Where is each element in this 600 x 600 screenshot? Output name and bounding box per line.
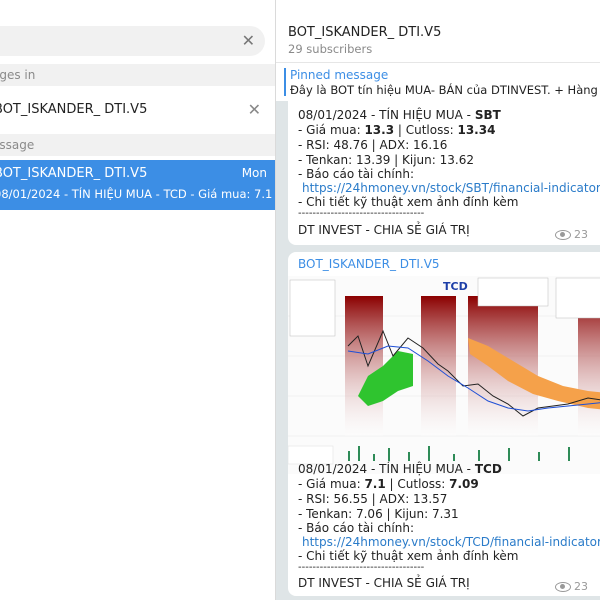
view-count: 23 (555, 228, 588, 241)
stock-chart-svg: TCD (288, 276, 600, 474)
rsi-line: - RSI: 56.55 | ADX: 13.57 (298, 492, 448, 506)
section-header-messages: essage (0, 134, 275, 156)
chat-pane: BOT_ISKANDER_ DTI.V5 29 subscribers Pinn… (276, 0, 600, 600)
result-chat-name: BOT_ISKANDER_ DTI.V5 (0, 166, 148, 181)
message-bubble[interactable]: BOT_ISKANDER_ DTI.V5 TCD 08/01/2024 - TÍ… (288, 252, 600, 596)
subscriber-count: 29 subscribers (288, 42, 373, 56)
filter-chat-name: BOT_ISKANDER_ DTI.V5 (0, 102, 148, 117)
footer-line: DT INVEST - CHIA SẺ GIÁ TRỊ (298, 576, 470, 590)
chart-image[interactable]: TCD (288, 276, 600, 474)
eye-icon (555, 582, 571, 592)
section-header-chats: ages in (0, 64, 275, 86)
report-label: - Báo cáo tài chính: (298, 521, 414, 535)
close-icon[interactable]: ✕ (242, 31, 255, 51)
footer-line: DT INVEST - CHIA SẺ GIÁ TRỊ (298, 223, 470, 237)
result-time: Mon (241, 166, 267, 180)
attach-line: - Chi tiết kỹ thuật xem ảnh đính kèm (298, 195, 519, 209)
pinned-bar (284, 68, 286, 96)
divider-dashes: ----------------------------------- (298, 208, 425, 219)
price-line: - Giá mua: 7.1 | Cutloss: 7.09 (298, 477, 479, 491)
chat-list-pane: ✕ ages in BOT_ISKANDER_ DTI.V5 ✕ essage … (0, 0, 275, 600)
price-line: - Giá mua: 13.3 | Cutloss: 13.34 (298, 123, 496, 137)
tenkan-line: - Tenkan: 13.39 | Kijun: 13.62 (298, 153, 474, 167)
report-link[interactable]: https://24hmoney.vn/stock/TCD/financial-… (302, 535, 600, 549)
close-icon[interactable]: ✕ (248, 100, 261, 119)
pinned-message[interactable]: Pinned message Đây là BOT tín hiệu MUA- … (276, 62, 600, 101)
view-count: 23 (555, 580, 588, 593)
message-bubble[interactable]: 08/01/2024 - TÍN HIỆU MUA - SBT - Giá mu… (288, 100, 600, 245)
signal-line: 08/01/2024 - TÍN HIỆU MUA - SBT (298, 108, 501, 122)
report-label: - Báo cáo tài chính: (298, 167, 414, 181)
chart-ticker: TCD (443, 280, 468, 293)
sender-name[interactable]: BOT_ISKANDER_ DTI.V5 (298, 257, 440, 271)
pinned-text: Đây là BOT tín hiệu MUA- BÁN của DTINVES… (290, 83, 600, 97)
chat-header[interactable]: BOT_ISKANDER_ DTI.V5 29 subscribers (276, 0, 600, 62)
search-input[interactable]: ✕ (0, 26, 265, 56)
report-link[interactable]: https://24hmoney.vn/stock/SBT/financial-… (302, 181, 600, 195)
result-snippet: 08/01/2024 - TÍN HIỆU MUA - TCD - Giá mu… (0, 187, 274, 201)
divider-dashes: ----------------------------------- (298, 562, 425, 573)
attach-line: - Chi tiết kỹ thuật xem ảnh đính kèm (298, 549, 519, 563)
rsi-line: - RSI: 48.76 | ADX: 16.16 (298, 138, 448, 152)
filter-chat-item[interactable]: BOT_ISKANDER_ DTI.V5 ✕ (0, 92, 275, 130)
pinned-label: Pinned message (290, 68, 389, 82)
channel-title: BOT_ISKANDER_ DTI.V5 (288, 25, 442, 40)
search-result-item[interactable]: BOT_ISKANDER_ DTI.V5 Mon 08/01/2024 - TÍ… (0, 160, 275, 210)
eye-icon (555, 230, 571, 240)
signal-line: 08/01/2024 - TÍN HIỆU MUA - TCD (298, 462, 502, 476)
tenkan-line: - Tenkan: 7.06 | Kijun: 7.31 (298, 507, 459, 521)
